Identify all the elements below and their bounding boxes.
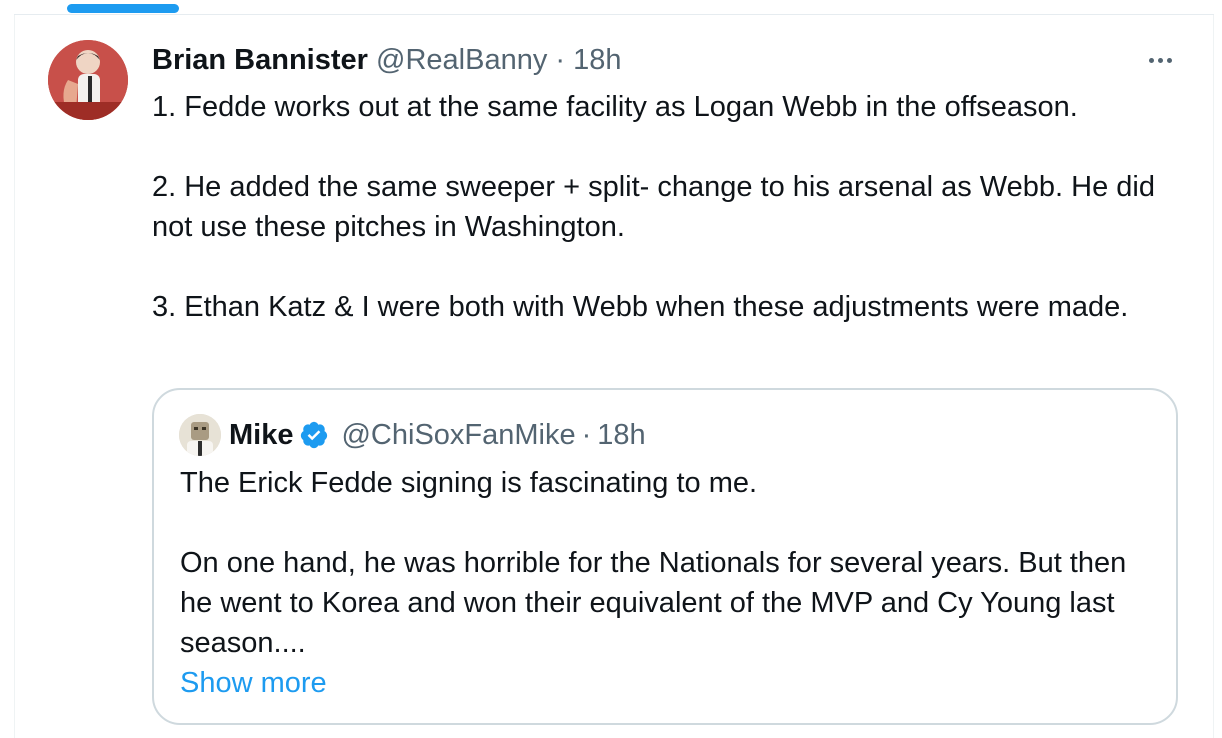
timeline-border-right [1213,15,1214,738]
more-dot [1166,57,1172,63]
quoted-author-handle[interactable]: @ChiSoxFanMike [341,418,575,452]
more-dot [1148,57,1154,63]
quoted-author-name[interactable]: Mike [229,418,293,452]
more-options-icon[interactable] [1142,48,1178,72]
show-more-link[interactable]: Show more [180,663,1150,703]
quoted-tweet-paragraph: The Erick Fedde signing is fascinating t… [180,467,758,499]
verified-badge-icon [301,421,328,449]
quoted-author-avatar[interactable] [179,414,221,456]
quoted-tweet-text: The Erick Fedde signing is fascinating t… [180,463,1150,703]
quoted-tweet-card[interactable]: Mike @ChiSoxFanMike · 18h The Erick Fedd… [152,388,1178,725]
quoted-tweet-header: Mike @ChiSoxFanMike · 18h [179,414,646,456]
meta-separator: · [555,44,566,76]
active-tab-indicator [67,4,179,13]
tweet-paragraph: 3. Ethan Katz & I were both with Webb wh… [152,291,1129,323]
tweet[interactable]: Brian Bannister @RealBanny · 18h 1. Fedd… [15,15,1213,738]
tweet-text: 1. Fedde works out at the same facility … [152,87,1182,327]
author-handle[interactable]: @RealBanny [376,44,547,76]
tweet-timestamp[interactable]: 18h [573,44,621,76]
tweet-header: Brian Bannister @RealBanny · 18h [152,43,622,77]
tweet-paragraph: 2. He added the same sweeper + split- ch… [152,171,1155,243]
quoted-tweet-timestamp[interactable]: 18h [597,418,645,452]
author-avatar-image [48,40,128,120]
tweet-paragraph: 1. Fedde works out at the same facility … [152,91,1078,123]
quoted-meta-separator: · [581,419,592,451]
quoted-tweet-paragraph: On one hand, he was horrible for the Nat… [180,547,1127,659]
quoted-avatar-image [179,414,221,456]
more-dot [1157,57,1163,63]
author-name[interactable]: Brian Bannister [152,44,368,76]
author-avatar[interactable] [48,40,128,120]
